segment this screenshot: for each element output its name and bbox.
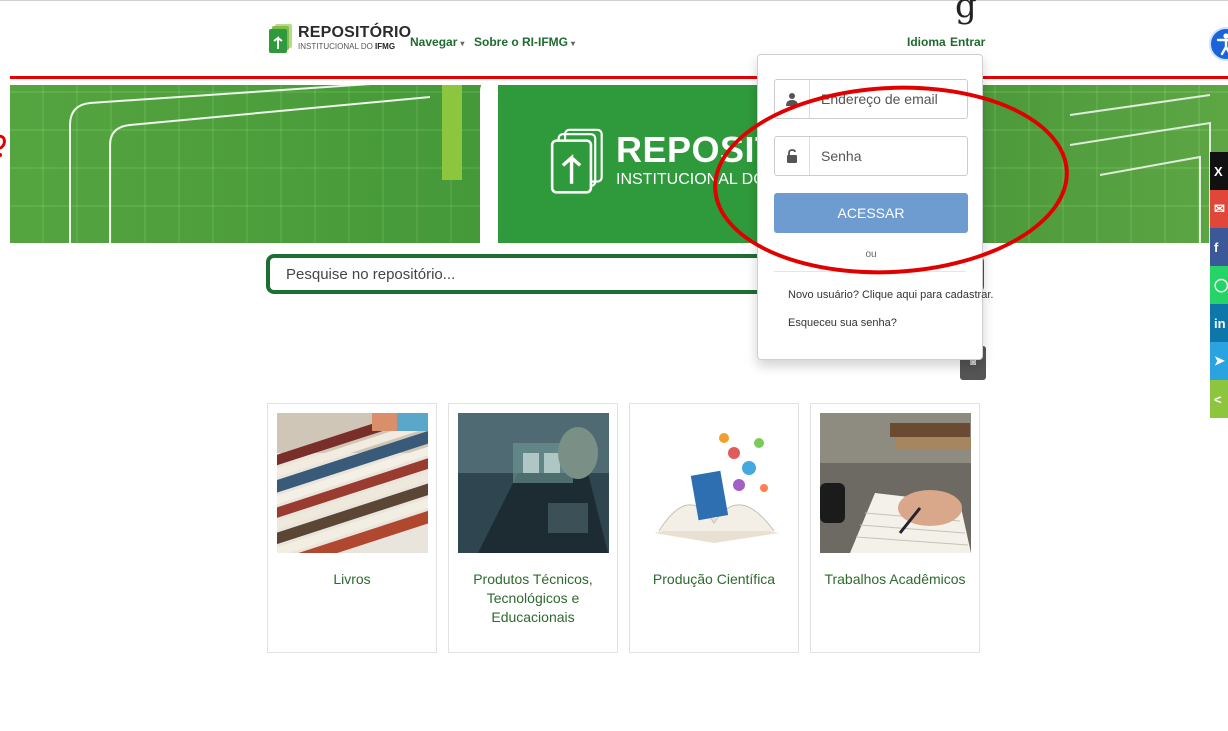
- lock-icon: [775, 137, 810, 175]
- user-icon: [775, 80, 810, 118]
- facebook-share-button[interactable]: f: [1210, 228, 1228, 266]
- email-input[interactable]: [819, 90, 963, 108]
- category-label: Livros: [333, 571, 371, 587]
- whatsapp-icon: ◯: [1214, 277, 1228, 292]
- category-label: Produção Científica: [652, 571, 776, 587]
- linkedin-icon: in: [1214, 315, 1226, 331]
- nav-about-menu[interactable]: Sobre o RI-IFMG ▾: [474, 35, 575, 49]
- language-menu[interactable]: Idioma: [907, 35, 946, 49]
- password-input[interactable]: [819, 147, 963, 165]
- share-share-button[interactable]: <: [1210, 380, 1228, 418]
- chevron-down-icon: ▾: [460, 39, 465, 48]
- category-label: Produtos Técnicos, Tecnológicos e Educac…: [473, 571, 593, 625]
- search-input[interactable]: [284, 265, 768, 284]
- login-dropdown: ACESSAR ou Novo usuário? Clique aqui par…: [757, 54, 993, 360]
- category-card-producao-cientifica[interactable]: Produção Científica: [629, 403, 799, 653]
- accessibility-button[interactable]: [1209, 27, 1228, 61]
- accessibility-icon: [1216, 33, 1228, 56]
- register-link[interactable]: Novo usuário? Clique aqui para cadastrar…: [788, 289, 993, 301]
- social-share-bar: X ✉ f ◯ in ➤ <: [1210, 152, 1228, 418]
- facebook-icon: f: [1214, 239, 1219, 255]
- books-image: [277, 413, 428, 553]
- repository-logo-icon: [268, 22, 294, 54]
- login-menu-toggle[interactable]: Entrar: [950, 35, 985, 49]
- site-logo[interactable]: REPOSITÓRIO INSTITUCIONAL DO IFMG: [268, 22, 411, 54]
- or-separator: ou: [865, 249, 877, 260]
- category-card-livros[interactable]: Livros: [267, 403, 437, 653]
- linkedin-share-button[interactable]: in: [1210, 304, 1228, 342]
- nav-browse-menu[interactable]: Navegar ▾: [410, 35, 464, 49]
- telegram-share-button[interactable]: ➤: [1210, 342, 1228, 380]
- email-icon: ✉: [1214, 201, 1225, 216]
- telegram-icon: ➤: [1214, 353, 1225, 368]
- email-field: [774, 79, 968, 119]
- x-share-button[interactable]: X: [1210, 152, 1228, 190]
- email-share-button[interactable]: ✉: [1210, 190, 1228, 228]
- forgot-password-link[interactable]: Esqueceu sua senha?: [788, 317, 897, 329]
- divider: [774, 271, 966, 272]
- annotation-red-line: [10, 76, 1228, 79]
- repository-logo-icon: [550, 128, 603, 194]
- category-label: Trabalhos Acadêmicos: [824, 571, 966, 587]
- hero-banner: REPOSITÓRIO INSTITUCIONAL DO IFMG: [10, 85, 1228, 243]
- login-submit-button[interactable]: ACESSAR: [774, 193, 968, 233]
- category-card-produtos-tecnicos[interactable]: Produtos Técnicos, Tecnológicos e Educac…: [448, 403, 618, 653]
- logo-subtitle: INSTITUCIONAL DO IFMG: [298, 42, 396, 51]
- x-icon: X: [1214, 163, 1223, 179]
- whatsapp-share-button[interactable]: ◯: [1210, 266, 1228, 304]
- share-icon: <: [1214, 391, 1222, 407]
- top-border: [0, 0, 1228, 1]
- navbar: REPOSITÓRIO INSTITUCIONAL DO IFMG Navega…: [0, 12, 1228, 72]
- writing-hand-image: [820, 413, 971, 553]
- chevron-down-icon: ▾: [571, 39, 576, 48]
- laptop-technology-image: [458, 413, 609, 553]
- password-field: [774, 136, 968, 176]
- category-card-trabalhos-academicos[interactable]: Trabalhos Acadêmicos: [810, 403, 980, 653]
- logo-title: REPOSITÓRIO: [298, 24, 412, 41]
- annotation-red-mark: [0, 134, 6, 157]
- open-book-laptop-image: [639, 413, 790, 553]
